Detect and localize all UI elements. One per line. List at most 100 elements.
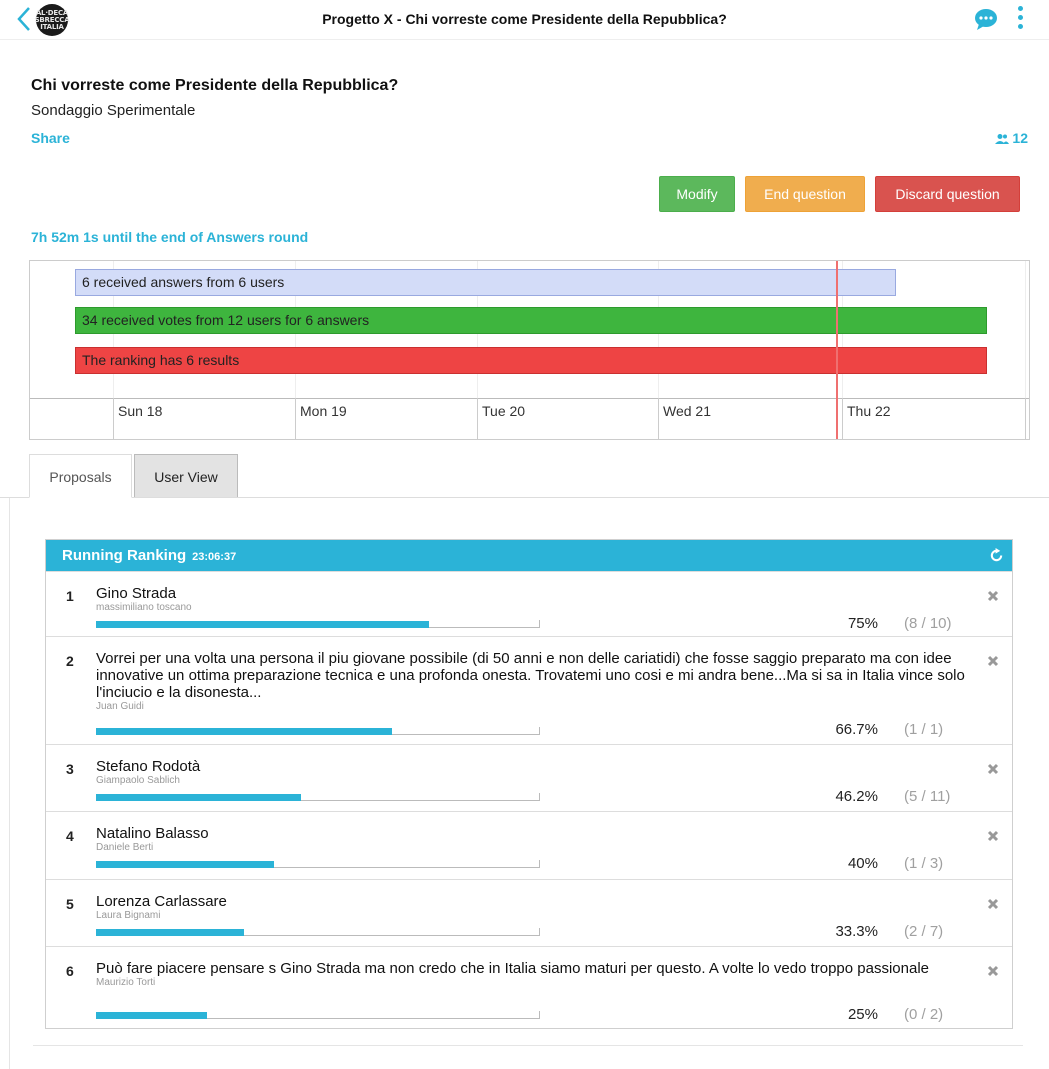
ranking-position: 3 (66, 761, 74, 777)
score-percent: 46.2% (835, 788, 878, 805)
question-title: Chi vorreste come Presidente della Repub… (31, 77, 399, 94)
tab-proposals[interactable]: Proposals (29, 454, 132, 498)
score-percent: 40% (847, 855, 878, 872)
discard-question-button[interactable]: Discard question (875, 176, 1020, 212)
ranking-position: 6 (66, 963, 74, 979)
score-bar (96, 928, 540, 936)
end-question-button[interactable]: End question (745, 176, 865, 212)
timeline-tick (477, 398, 478, 439)
chat-icon[interactable] (974, 8, 998, 30)
proposal-text: Natalino Balasso Daniele Berti (96, 825, 981, 853)
proposal-author: massimiliano toscano (96, 602, 192, 613)
ranking-position: 2 (66, 653, 74, 669)
remove-icon[interactable] (987, 763, 999, 775)
score-fraction: (2 / 7) (904, 923, 944, 940)
timeline-tick (113, 398, 114, 439)
users-count-badge: 12 (995, 130, 1028, 146)
ranking-row: 6 Può fare piacere pensare s Gino Strada… (46, 946, 1012, 1029)
score-fraction: (8 / 10) (904, 615, 952, 632)
score-percent: 33.3% (835, 923, 878, 940)
content-left-border (9, 498, 10, 1069)
ranking-position: 1 (66, 588, 74, 604)
proposal-text: Gino Strada massimiliano toscano (96, 585, 981, 613)
score-percent: 75% (847, 615, 878, 632)
score-fraction: (5 / 11) (904, 788, 951, 805)
tab-user-view[interactable]: User View (134, 454, 238, 498)
proposal-text: Stefano Rodotà Giampaolo Sablich (96, 758, 981, 786)
score-bar-fill (96, 794, 302, 801)
proposal-text: Vorrei per una volta una persona il piu … (96, 650, 981, 712)
timeline-day-label: Mon 19 (300, 403, 347, 419)
proposal-author: Giampaolo Sablich (96, 775, 180, 786)
score-bar (96, 1011, 540, 1019)
ranking-row: 2 Vorrei per una volta una persona il pi… (46, 636, 1012, 744)
score-bar (96, 727, 540, 735)
timeline-day-label: Wed 21 (663, 403, 711, 419)
proposal-text: Può fare piacere pensare s Gino Strada m… (96, 960, 981, 988)
ranking-title-text: Running Ranking (62, 547, 187, 564)
remove-icon[interactable] (987, 898, 999, 910)
top-bar: AL·DECA SBRECCA ITALIA Progetto X - Chi vo… (0, 0, 1049, 40)
score-bar-fill (96, 929, 244, 936)
remove-icon[interactable] (987, 590, 999, 602)
score-percent: 66.7% (835, 721, 878, 738)
tabs-divider (0, 497, 1049, 498)
ranking-panel-header: Running Ranking 23:06:37 (46, 540, 1012, 571)
proposal-title: Stefano Rodotà (96, 758, 201, 775)
ranking-row: 4 Natalino Balasso Daniele Berti 40% (1 … (46, 811, 1012, 879)
timeline-tick (295, 398, 296, 439)
users-count-value: 12 (1012, 130, 1028, 146)
proposal-title: Può fare piacere pensare s Gino Strada m… (96, 960, 929, 977)
proposal-author: Maurizio Torti (96, 977, 156, 988)
proposal-author: Laura Bignami (96, 910, 161, 921)
timeline-tick (842, 398, 843, 439)
proposal-title: Lorenza Carlassare (96, 893, 227, 910)
proposal-text: Lorenza Carlassare Laura Bignami (96, 893, 981, 921)
proposal-author: Juan Guidi (96, 701, 144, 712)
score-bar-fill (96, 728, 393, 735)
ranking-row: 1 Gino Strada massimiliano toscano 75% (… (46, 571, 1012, 636)
proposal-author: Daniele Berti (96, 842, 154, 853)
refresh-icon[interactable] (989, 548, 1004, 563)
timeline-axis (30, 398, 1029, 399)
more-menu-icon[interactable] (1016, 6, 1024, 34)
users-icon (995, 134, 1010, 144)
ranking-position: 5 (66, 896, 74, 912)
proposal-title: Natalino Balasso (96, 825, 209, 842)
ranking-panel: Running Ranking 23:06:37 1 Gino Strada ma… (45, 539, 1013, 1029)
timeline-tick (658, 398, 659, 439)
ranking-time: 23:06:37 (192, 551, 237, 563)
modify-button[interactable]: Modify (659, 176, 735, 212)
ranking-position: 4 (66, 828, 74, 844)
timeline-day-label: Sun 18 (118, 403, 163, 419)
score-fraction: (1 / 1) (904, 721, 944, 738)
round-timer: 7h 52m 1s until the end of Answers round (31, 229, 309, 245)
score-percent: 25% (847, 1006, 878, 1023)
app-title: Progetto X - Chi vorreste come President… (322, 11, 727, 27)
score-bar (96, 860, 540, 868)
timeline-gridline (1025, 261, 1026, 398)
remove-icon[interactable] (987, 830, 999, 842)
timeline-bar-ranking[interactable]: The ranking has 6 results (75, 347, 987, 374)
score-fraction: (1 / 3) (904, 855, 944, 872)
timeline-bar-votes[interactable]: 34 received votes from 12 users for 6 an… (75, 307, 987, 334)
remove-icon[interactable] (987, 655, 999, 667)
score-fraction: (0 / 2) (904, 1006, 944, 1023)
content-bottom-divider (33, 1045, 1023, 1046)
timeline-day-label: Tue 20 (482, 403, 526, 419)
score-bar-fill (96, 861, 274, 868)
remove-icon[interactable] (987, 965, 999, 977)
score-bar (96, 620, 540, 628)
proposal-title: Gino Strada (96, 585, 177, 602)
score-bar-fill (96, 1012, 207, 1019)
ranking-row: 5 Lorenza Carlassare Laura Bignami 33.3%… (46, 879, 1012, 946)
ranking-title: Running Ranking 23:06:37 (62, 547, 236, 564)
timeline-tick (1025, 398, 1026, 439)
ranking-row: 3 Stefano Rodotà Giampaolo Sablich 46.2%… (46, 744, 1012, 811)
question-subtitle: Sondaggio Sperimentale (31, 102, 196, 119)
timeline-current-time-marker (836, 261, 838, 439)
timeline-day-label: Thu 22 (847, 403, 891, 419)
timeline-bar-answers[interactable]: 6 received answers from 6 users (75, 269, 896, 296)
share-link[interactable]: Share (31, 130, 70, 146)
timeline-chart[interactable]: 6 received answers from 6 users 34 recei… (29, 260, 1030, 440)
